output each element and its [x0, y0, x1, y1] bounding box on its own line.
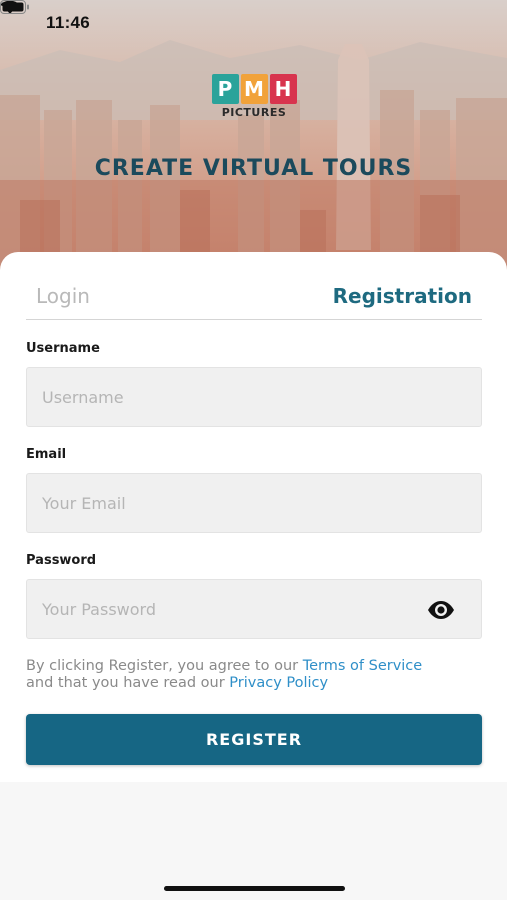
email-input[interactable]	[27, 474, 481, 532]
email-label: Email	[26, 447, 67, 462]
hero-background: 11:46 P M H PICTURES CREATE VIRTUAL TOUR…	[0, 0, 507, 290]
page-headline: CREATE VIRTUAL TOURS	[94, 156, 413, 181]
status-bar: 11:46	[0, 0, 507, 46]
logo-letter-m: M	[240, 74, 268, 104]
username-input[interactable]	[27, 368, 481, 426]
logo-letter-p: P	[211, 74, 239, 104]
pmh-pictures-logo: P M H PICTURES	[208, 74, 300, 136]
tab-registration[interactable]: Registration	[333, 284, 472, 308]
logo-letters: P M H	[208, 74, 300, 104]
password-label: Password	[26, 553, 97, 568]
logo-letter-h: H	[269, 74, 297, 104]
terms-notice: By clicking Register, you agree to our T…	[26, 658, 486, 692]
auth-card: Login Registration Username Email Passwo…	[0, 252, 507, 782]
battery-icon	[0, 0, 29, 14]
password-field[interactable]	[26, 579, 482, 639]
email-field[interactable]	[26, 473, 482, 533]
privacy-policy-link[interactable]: Privacy Policy	[229, 675, 328, 691]
terms-of-service-link[interactable]: Terms of Service	[303, 658, 422, 674]
home-indicator	[164, 886, 345, 891]
logo-subtitle: PICTURES	[221, 106, 287, 119]
status-time: 11:46	[46, 13, 91, 32]
password-input[interactable]	[27, 580, 481, 638]
register-button[interactable]: REGISTER	[26, 714, 482, 765]
terms-middle: and that you have read our	[26, 675, 230, 691]
terms-prefix: By clicking Register, you agree to our	[26, 658, 303, 674]
username-label: Username	[26, 341, 100, 356]
auth-tabs: Login Registration	[26, 280, 482, 320]
username-field[interactable]	[26, 367, 482, 427]
eye-icon[interactable]	[427, 600, 455, 620]
tab-login[interactable]: Login	[36, 284, 90, 308]
